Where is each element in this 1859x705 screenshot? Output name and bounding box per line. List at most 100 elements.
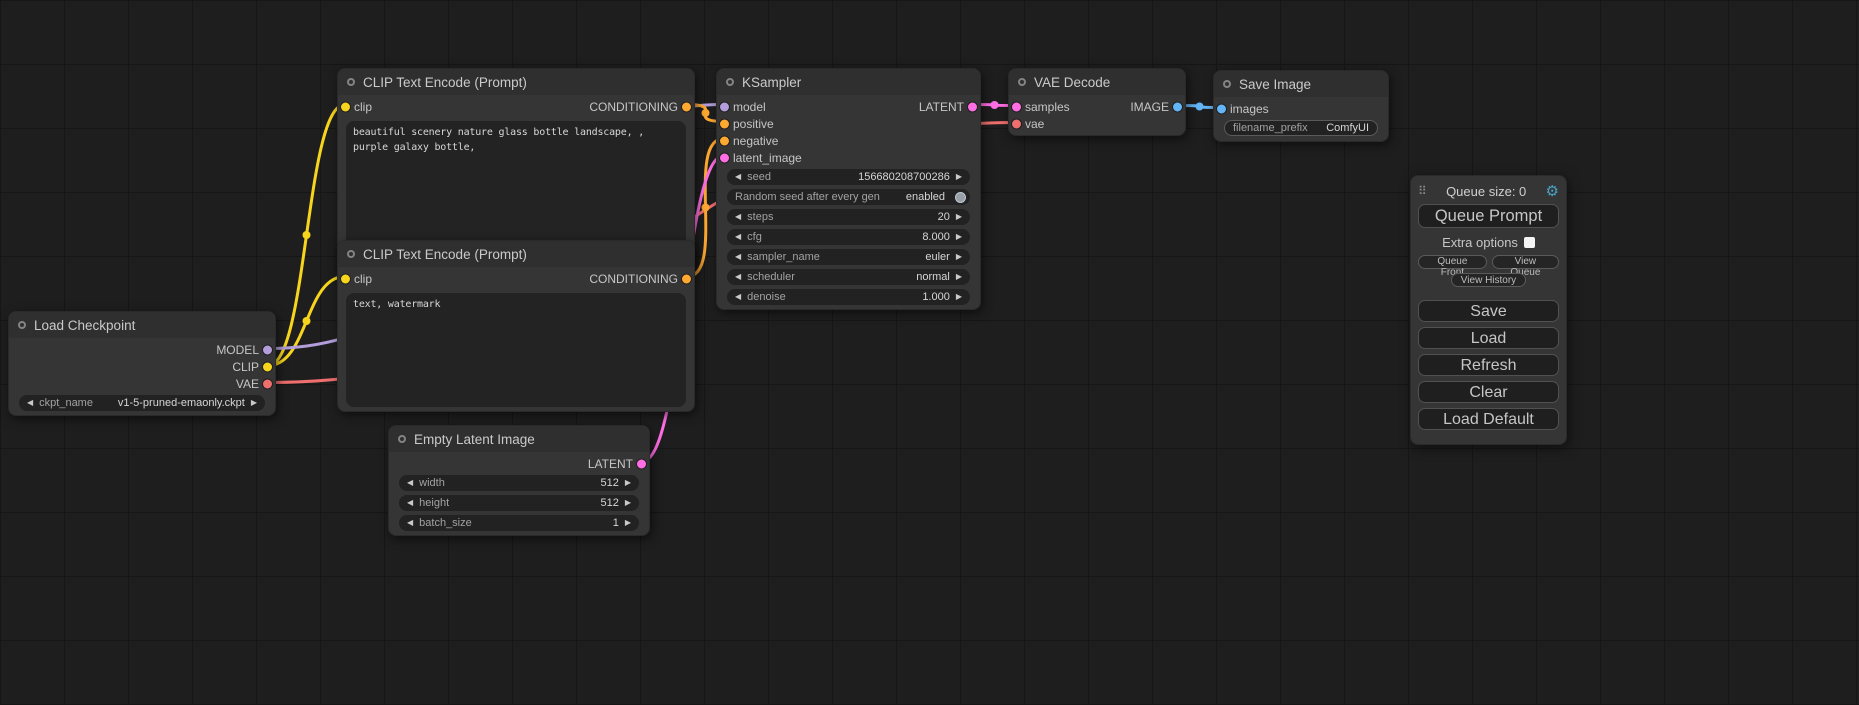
node-empty-latent-image[interactable]: Empty Latent Image LATENT ◀ width 512 ▶ …	[388, 425, 650, 536]
port-label: IMAGE	[1130, 100, 1169, 114]
view-history-button[interactable]: View History	[1451, 273, 1526, 287]
widget-denoise[interactable]: ◀ denoise 1.000 ▶	[727, 289, 970, 305]
widget-sampler-name[interactable]: ◀ sampler_name euler ▶	[727, 249, 970, 265]
clip-input-dot[interactable]	[341, 102, 350, 111]
latent-output-dot[interactable]	[968, 102, 977, 111]
port-label: VAE	[236, 377, 259, 391]
view-queue-button[interactable]: View Queue	[1492, 255, 1559, 269]
model-output-dot[interactable]	[263, 345, 272, 354]
decrement-arrow-icon[interactable]: ◀	[735, 213, 741, 221]
drag-handle-icon[interactable]: ⠿	[1418, 184, 1427, 198]
image-output-dot[interactable]	[1173, 102, 1182, 111]
output-row: LATENT	[389, 455, 649, 472]
widget-random-seed-toggle[interactable]: Random seed after every gen enabled	[727, 189, 970, 205]
samples-input-dot[interactable]	[1012, 102, 1021, 111]
widget-filename-prefix[interactable]: filename_prefix ComfyUI	[1224, 120, 1378, 136]
collapse-toggle-icon[interactable]	[398, 435, 406, 443]
widget-height[interactable]: ◀ height 512 ▶	[399, 495, 639, 511]
widget-cfg[interactable]: ◀ cfg 8.000 ▶	[727, 229, 970, 245]
load-default-button[interactable]: Load Default	[1418, 408, 1559, 430]
collapse-toggle-icon[interactable]	[347, 78, 355, 86]
refresh-button[interactable]: Refresh	[1418, 354, 1559, 376]
vae-output-dot[interactable]	[263, 379, 272, 388]
node-ksampler[interactable]: KSampler model LATENT positive negative …	[716, 68, 981, 310]
node-load-checkpoint[interactable]: Load Checkpoint MODEL CLIP VAE ◀ ckpt_na…	[8, 311, 276, 416]
decrement-arrow-icon[interactable]: ◀	[735, 173, 741, 181]
conditioning-output-dot[interactable]	[682, 102, 691, 111]
widget-seed[interactable]: ◀ seed 156680208700286 ▶	[727, 169, 970, 185]
widget-width[interactable]: ◀ width 512 ▶	[399, 475, 639, 491]
model-input-dot[interactable]	[720, 102, 729, 111]
clip-input-dot[interactable]	[341, 274, 350, 283]
collapse-toggle-icon[interactable]	[347, 250, 355, 258]
widget-ckpt-name[interactable]: ◀ ckpt_name v1-5-pruned-emaonly.ckpt ▶	[19, 395, 265, 411]
node-titlebar[interactable]: Load Checkpoint	[9, 312, 275, 338]
increment-arrow-icon[interactable]: ▶	[956, 273, 962, 281]
port-label: clip	[354, 100, 372, 114]
node-titlebar[interactable]: Empty Latent Image	[389, 426, 649, 452]
queue-prompt-button[interactable]: Queue Prompt	[1418, 204, 1559, 228]
node-titlebar[interactable]: VAE Decode	[1009, 69, 1185, 95]
clear-button[interactable]: Clear	[1418, 381, 1559, 403]
wire-midpoint-dot	[303, 317, 311, 325]
vae-input-dot[interactable]	[1012, 119, 1021, 128]
port-label: clip	[354, 272, 372, 286]
toggle-knob-icon[interactable]	[955, 192, 966, 203]
widget-scheduler[interactable]: ◀ scheduler normal ▶	[727, 269, 970, 285]
output-row: MODEL	[9, 341, 275, 358]
collapse-toggle-icon[interactable]	[1223, 80, 1231, 88]
latent-image-input-dot[interactable]	[720, 153, 729, 162]
node-titlebar[interactable]: CLIP Text Encode (Prompt)	[338, 241, 694, 267]
settings-gear-icon[interactable]: ⚙	[1546, 182, 1559, 200]
latent-output-dot[interactable]	[637, 459, 646, 468]
clip-output-dot[interactable]	[263, 362, 272, 371]
node-vae-decode[interactable]: VAE Decode samples IMAGE vae	[1008, 68, 1186, 136]
widget-batch-size[interactable]: ◀ batch_size 1 ▶	[399, 515, 639, 531]
collapse-toggle-icon[interactable]	[726, 78, 734, 86]
decrement-arrow-icon[interactable]: ◀	[735, 273, 741, 281]
extra-options-label: Extra options	[1442, 235, 1518, 250]
collapse-toggle-icon[interactable]	[18, 321, 26, 329]
node-titlebar[interactable]: KSampler	[717, 69, 980, 95]
decrement-arrow-icon[interactable]: ◀	[735, 253, 741, 261]
decrement-arrow-icon[interactable]: ◀	[407, 479, 413, 487]
wire-midpoint-dot	[702, 204, 710, 212]
load-button[interactable]: Load	[1418, 327, 1559, 349]
widget-steps[interactable]: ◀ steps 20 ▶	[727, 209, 970, 225]
decrement-arrow-icon[interactable]: ◀	[735, 233, 741, 241]
increment-arrow-icon[interactable]: ▶	[956, 253, 962, 261]
decrement-arrow-icon[interactable]: ◀	[735, 293, 741, 301]
images-input-dot[interactable]	[1217, 104, 1226, 113]
port-row: clip CONDITIONING	[338, 270, 694, 287]
port-row: samples IMAGE	[1009, 98, 1185, 115]
input-row: vae	[1009, 115, 1185, 132]
queue-front-button[interactable]: Queue Front	[1418, 255, 1487, 269]
increment-arrow-icon[interactable]: ▶	[625, 479, 631, 487]
increment-arrow-icon[interactable]: ▶	[956, 293, 962, 301]
collapse-toggle-icon[interactable]	[1018, 78, 1026, 86]
wire-midpoint-dot	[702, 109, 710, 117]
increment-arrow-icon[interactable]: ▶	[956, 233, 962, 241]
node-clip-text-encode-negative[interactable]: CLIP Text Encode (Prompt) clip CONDITION…	[337, 240, 695, 412]
increment-arrow-icon[interactable]: ▶	[625, 499, 631, 507]
node-titlebar[interactable]: CLIP Text Encode (Prompt)	[338, 69, 694, 95]
node-save-image[interactable]: Save Image images filename_prefix ComfyU…	[1213, 70, 1389, 142]
comfy-menu-panel[interactable]: ⠿ Queue size: 0 ⚙ Queue Prompt Extra opt…	[1410, 175, 1567, 445]
negative-input-dot[interactable]	[720, 136, 729, 145]
port-label: samples	[1025, 100, 1070, 114]
conditioning-output-dot[interactable]	[682, 274, 691, 283]
increment-arrow-icon[interactable]: ▶	[956, 173, 962, 181]
extra-options-checkbox[interactable]	[1524, 237, 1535, 248]
increment-arrow-icon[interactable]: ▶	[251, 399, 257, 407]
save-button[interactable]: Save	[1418, 300, 1559, 322]
decrement-arrow-icon[interactable]: ◀	[407, 499, 413, 507]
port-label: vae	[1025, 117, 1044, 131]
node-title: Empty Latent Image	[414, 432, 535, 447]
prompt-textarea[interactable]: text, watermark	[346, 293, 686, 407]
decrement-arrow-icon[interactable]: ◀	[407, 519, 413, 527]
positive-input-dot[interactable]	[720, 119, 729, 128]
decrement-arrow-icon[interactable]: ◀	[27, 399, 33, 407]
increment-arrow-icon[interactable]: ▶	[956, 213, 962, 221]
increment-arrow-icon[interactable]: ▶	[625, 519, 631, 527]
node-titlebar[interactable]: Save Image	[1214, 71, 1388, 97]
